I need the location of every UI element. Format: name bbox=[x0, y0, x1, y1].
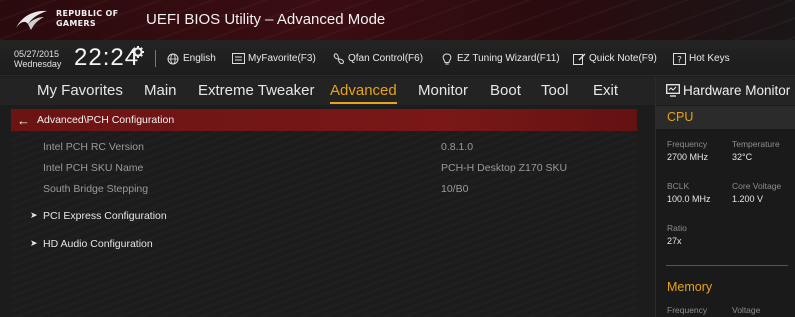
submenu-pci-express-configuration[interactable]: ➤ PCI Express Configuration bbox=[30, 210, 167, 222]
memory-frequency-label: Frequency bbox=[667, 305, 708, 315]
tab-tool[interactable]: Tool bbox=[541, 82, 569, 99]
gear-icon[interactable] bbox=[132, 46, 144, 58]
back-arrow-icon[interactable]: ← bbox=[17, 113, 30, 128]
lightbulb-icon bbox=[442, 53, 452, 65]
chevron-right-icon: ➤ bbox=[30, 210, 38, 220]
date-text: 05/27/2015 bbox=[14, 49, 60, 59]
hardware-monitor-header: Hardware Monitor bbox=[656, 77, 795, 105]
setting-value-pch-sku-name: PCH-H Desktop Z170 SKU bbox=[441, 162, 568, 174]
day-text: Wednesday bbox=[14, 59, 62, 69]
cpu-temperature-label: Temperature bbox=[732, 139, 780, 149]
language-label: English bbox=[183, 53, 216, 64]
logo-text: REPUBLIC OF GAMERS bbox=[56, 9, 118, 29]
bclk-label: BCLK bbox=[667, 181, 690, 191]
breadcrumb[interactable]: ← Advanced\PCH Configuration bbox=[11, 109, 637, 131]
cpu-frequency-value: 2700 MHz bbox=[667, 152, 709, 162]
breadcrumb-path: Advanced\PCH Configuration bbox=[37, 114, 175, 126]
memory-voltage-label: Voltage bbox=[732, 305, 761, 315]
date-display: 05/27/2015 Wednesday bbox=[14, 49, 61, 69]
ratio-label: Ratio bbox=[667, 223, 687, 233]
submenu-label: PCI Express Configuration bbox=[43, 210, 167, 222]
app-title: UEFI BIOS Utility – Advanced Mode bbox=[146, 11, 386, 28]
chevron-right-icon: ➤ bbox=[30, 238, 38, 248]
hardware-monitor-panel: Hardware Monitor CPU Frequency Temperatu… bbox=[655, 77, 795, 317]
status-bar: 05/27/2015 Wednesday 22:24 English MyFav… bbox=[0, 40, 795, 76]
question-icon: ? bbox=[673, 53, 686, 65]
setting-label-pch-rc-version: Intel PCH RC Version bbox=[43, 141, 144, 153]
section-divider bbox=[666, 265, 788, 266]
tab-main[interactable]: Main bbox=[144, 82, 177, 99]
svg-text:?: ? bbox=[677, 55, 682, 65]
submenu-hd-audio-configuration[interactable]: ➤ HD Audio Configuration bbox=[30, 238, 153, 250]
hardware-monitor-title: Hardware Monitor bbox=[683, 83, 791, 98]
memory-heading: Memory bbox=[667, 280, 713, 294]
setting-value-south-bridge-stepping: 10/B0 bbox=[441, 183, 469, 195]
logo-line2: GAMERS bbox=[56, 19, 96, 28]
bclk-value: 100.0 MHz bbox=[667, 194, 711, 204]
monitor-icon bbox=[666, 84, 680, 97]
core-voltage-value: 1.200 V bbox=[732, 194, 764, 204]
cpu-heading: CPU bbox=[667, 110, 694, 124]
cpu-temperature-value: 32°C bbox=[732, 152, 753, 162]
tab-boot[interactable]: Boot bbox=[490, 82, 521, 99]
ez-tuning-wizard-label: EZ Tuning Wizard(F11) bbox=[457, 53, 560, 64]
setting-label-pch-sku-name: Intel PCH SKU Name bbox=[43, 162, 144, 174]
rog-logo: REPUBLIC OF GAMERS bbox=[14, 6, 126, 34]
setting-value-pch-rc-version: 0.8.1.0 bbox=[441, 141, 474, 153]
clock-time: 22:24 bbox=[74, 44, 140, 71]
setting-label-south-bridge-stepping: South Bridge Stepping bbox=[43, 183, 149, 195]
title-bar: REPUBLIC OF GAMERS UEFI BIOS Utility – A… bbox=[0, 0, 795, 40]
favorite-list-icon bbox=[232, 53, 245, 64]
tab-extreme-tweaker[interactable]: Extreme Tweaker bbox=[198, 82, 314, 99]
status-separator bbox=[155, 50, 156, 67]
qfan-control-label: Qfan Control(F6) bbox=[348, 53, 424, 64]
globe-icon bbox=[167, 53, 179, 65]
logo-line1: REPUBLIC OF bbox=[56, 9, 119, 18]
core-voltage-label: Core Voltage bbox=[732, 181, 782, 191]
quick-note-label: Quick Note(F9) bbox=[589, 53, 657, 64]
hot-keys-label: Hot Keys bbox=[689, 53, 730, 64]
tab-my-favorites[interactable]: My Favorites bbox=[37, 82, 123, 99]
tab-exit[interactable]: Exit bbox=[593, 82, 618, 99]
note-icon bbox=[573, 53, 586, 65]
ratio-value: 27x bbox=[667, 236, 682, 246]
tab-monitor[interactable]: Monitor bbox=[418, 82, 468, 99]
tab-advanced[interactable]: Advanced bbox=[330, 82, 397, 104]
main-menu-bar: My Favorites Main Extreme Tweaker Advanc… bbox=[0, 77, 655, 105]
submenu-label: HD Audio Configuration bbox=[43, 238, 153, 250]
rog-eye-icon bbox=[16, 10, 47, 30]
myfavorite-label: MyFavorite(F3) bbox=[248, 53, 316, 64]
cpu-section-header: CPU bbox=[656, 106, 795, 129]
settings-panel: Intel PCH RC Version 0.8.1.0 Intel PCH S… bbox=[11, 131, 637, 317]
cpu-frequency-label: Frequency bbox=[667, 139, 708, 149]
fan-icon bbox=[333, 53, 344, 65]
